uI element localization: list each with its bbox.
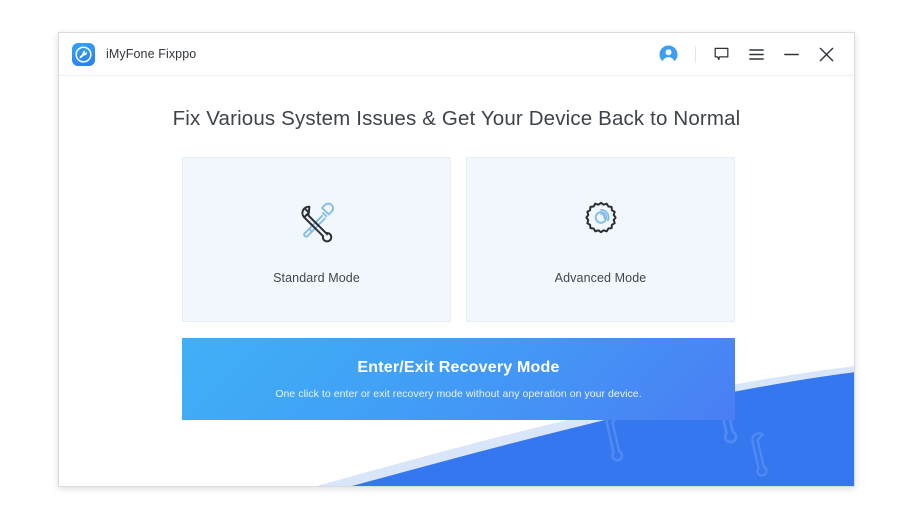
app-window: iMyFone Fixppo Fix Various System Issues… <box>58 32 855 487</box>
app-title: iMyFone Fixppo <box>106 47 197 61</box>
window-controls <box>646 33 854 75</box>
screenshot-canvas: iMyFone Fixppo Fix Various System Issues… <box>0 0 913 519</box>
controls-divider <box>695 45 696 63</box>
feedback-button[interactable] <box>708 41 734 67</box>
main-content: Fix Various System Issues & Get Your Dev… <box>59 76 854 486</box>
enter-exit-recovery-mode-button[interactable]: Enter/Exit Recovery Mode One click to en… <box>182 338 735 420</box>
mode-card-group: Standard Mode Advanced Mode <box>182 157 735 322</box>
advanced-mode-label: Advanced Mode <box>554 270 647 285</box>
close-button[interactable] <box>813 41 839 67</box>
titlebar: iMyFone Fixppo <box>59 33 854 76</box>
advanced-mode-card[interactable]: Advanced Mode <box>466 157 735 322</box>
hamburger-menu-icon[interactable] <box>743 41 769 67</box>
gear-icon <box>574 195 628 249</box>
account-avatar[interactable] <box>655 41 681 67</box>
cta-title: Enter/Exit Recovery Mode <box>357 358 560 376</box>
standard-mode-label: Standard Mode <box>273 270 360 285</box>
wrench-screwdriver-icon <box>290 195 344 249</box>
wrench-badge-icon <box>72 42 95 66</box>
cta-subtitle: One click to enter or exit recovery mode… <box>275 387 642 400</box>
brand: iMyFone Fixppo <box>72 42 197 66</box>
standard-mode-card[interactable]: Standard Mode <box>182 157 451 322</box>
page-title: Fix Various System Issues & Get Your Dev… <box>172 107 741 130</box>
minimize-button[interactable] <box>778 41 804 67</box>
